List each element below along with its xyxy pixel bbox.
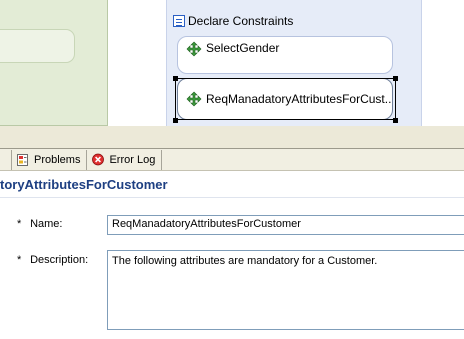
- constraint-label: SelectGender: [206, 41, 280, 55]
- resize-handle-top-right[interactable]: [393, 76, 398, 81]
- green-lane-shape[interactable]: [0, 0, 108, 126]
- description-field-value: The following attributes are mandatory f…: [112, 255, 378, 267]
- panel-sash[interactable]: [0, 126, 464, 148]
- tab-label: Error Log: [109, 154, 156, 166]
- properties-title: toryAttributesForCustomer: [0, 172, 464, 198]
- rule-icon: [186, 41, 202, 57]
- tab-properties[interactable]: [0, 150, 12, 170]
- name-field-value: ReqManadatoryAttributesForCustomer: [112, 218, 301, 230]
- container-title: Declare Constraints: [173, 13, 293, 29]
- tab-label: Problems: [34, 154, 81, 166]
- resize-handle-bottom-left[interactable]: [173, 118, 178, 123]
- green-lane-inner-shape[interactable]: [0, 29, 75, 63]
- container-title-text: Declare Constraints: [188, 14, 294, 28]
- properties-form: * Name: ReqManadatoryAttributesForCustom…: [0, 198, 464, 339]
- description-label-text: Description:: [30, 254, 89, 266]
- problems-icon: [17, 154, 28, 166]
- name-label: * Name:: [17, 218, 62, 230]
- description-field[interactable]: The following attributes are mandatory f…: [107, 250, 464, 330]
- constraint-select-gender[interactable]: SelectGender: [177, 36, 393, 74]
- list-icon: [173, 15, 185, 27]
- description-label: * Description:: [17, 254, 88, 266]
- tab-problems[interactable]: Problems: [12, 150, 88, 170]
- required-marker: *: [17, 254, 22, 266]
- resize-handle-bottom-right[interactable]: [393, 118, 398, 123]
- declare-constraints-container[interactable]: Declare Constraints SelectGender ReqMana…: [166, 0, 422, 126]
- view-tab-bar: Problems Error Log: [0, 148, 464, 171]
- name-field[interactable]: ReqManadatoryAttributesForCustomer: [107, 215, 464, 235]
- required-marker: *: [17, 218, 22, 230]
- resize-handle-top-left[interactable]: [173, 76, 178, 81]
- properties-title-text: toryAttributesForCustomer: [0, 177, 168, 192]
- constraint-req-mandatory-attributes[interactable]: ReqManadatoryAttributesForCust...: [177, 78, 393, 120]
- tab-bar-filler: [162, 150, 464, 170]
- error-log-icon: [92, 153, 105, 166]
- name-label-text: Name:: [30, 218, 63, 230]
- tab-error-log[interactable]: Error Log: [87, 150, 163, 170]
- constraint-label: ReqManadatoryAttributesForCust...: [206, 92, 393, 106]
- diagram-canvas[interactable]: Declare Constraints SelectGender ReqMana…: [0, 0, 464, 126]
- rule-icon: [186, 91, 202, 107]
